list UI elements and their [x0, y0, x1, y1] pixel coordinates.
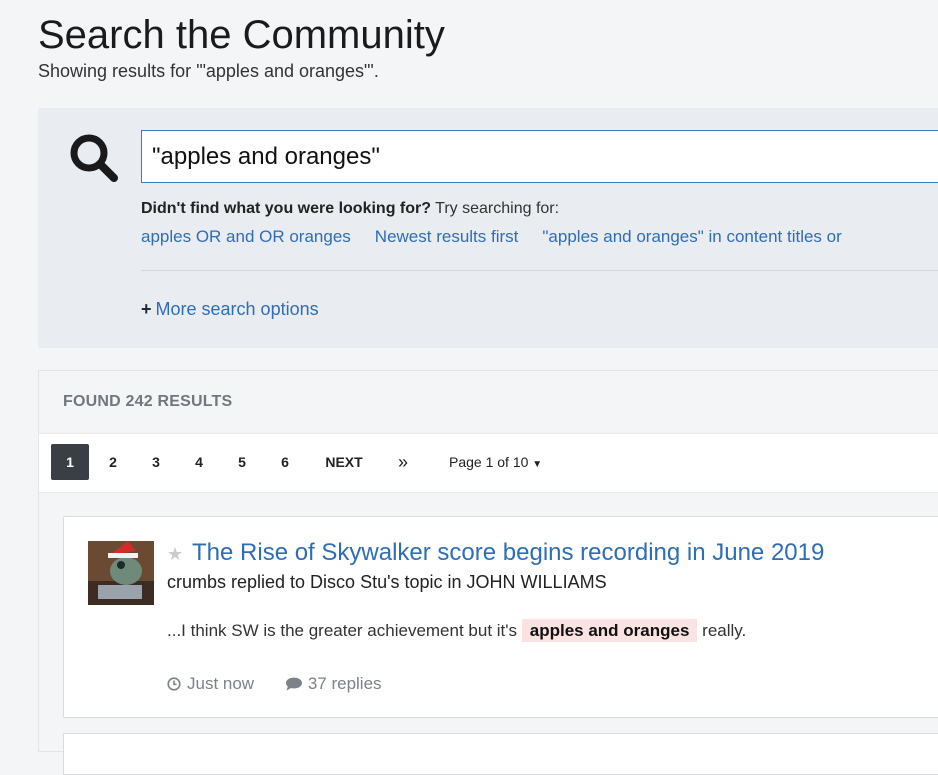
suggestion-link[interactable]: apples OR and OR oranges	[141, 227, 351, 246]
suggestion-links: apples OR and OR oranges Newest results f…	[141, 227, 866, 247]
caret-down-icon: ▼	[532, 459, 543, 470]
last-page-button[interactable]: »	[393, 444, 413, 480]
suggestion-prompt-bold: Didn't find what you were looking for?	[141, 200, 432, 217]
result-stats: Just now 37 replies	[167, 674, 382, 696]
suggestion-prompt-rest: Try searching for:	[431, 200, 560, 217]
star-icon[interactable]: ★	[167, 544, 183, 565]
timestamp: Just now	[167, 674, 254, 694]
comment-icon	[285, 677, 302, 691]
avatar-image	[88, 541, 154, 605]
result-snippet: ...I think SW is the greater achievement…	[167, 619, 747, 642]
plus-icon: +	[141, 299, 152, 319]
page-link-3[interactable]: 3	[148, 444, 164, 480]
divider	[141, 270, 938, 271]
suggestion-link[interactable]: Newest results first	[375, 227, 519, 246]
suggestion-prompt: Didn't find what you were looking for? T…	[141, 200, 559, 218]
results-summary: Showing results for '"apples and oranges…	[38, 61, 379, 81]
page-jump-dropdown[interactable]: Page 1 of 10 ▼	[449, 444, 542, 480]
reply-count-label: 37 replies	[307, 674, 382, 693]
search-icon	[70, 134, 118, 182]
result-item	[63, 733, 938, 775]
avatar[interactable]	[88, 541, 154, 605]
results-panel: FOUND 242 RESULTS 1 2 3 4 5 6 NEXT » Pag…	[38, 370, 938, 775]
search-input[interactable]	[141, 130, 938, 183]
snippet-text: really.	[702, 621, 747, 640]
snippet-highlight: apples and oranges	[521, 619, 698, 642]
result-item: ★ The Rise of Skywalker score begins rec…	[63, 516, 938, 718]
result-title-link[interactable]: The Rise of Skywalker score begins recor…	[192, 539, 824, 567]
results-count: FOUND 242 RESULTS	[63, 393, 233, 410]
next-page-button[interactable]: NEXT	[323, 444, 365, 480]
page-jump-label: Page 1 of 10	[449, 454, 529, 470]
snippet-text: ...I think SW is the greater achievement…	[167, 621, 518, 640]
page-title: Search the Community	[38, 13, 445, 57]
more-search-options-link[interactable]: + More search options	[141, 299, 319, 320]
page-link-5[interactable]: 5	[234, 444, 250, 480]
page-link-2[interactable]: 2	[105, 444, 121, 480]
reply-count: 37 replies	[285, 674, 382, 694]
timestamp-label: Just now	[187, 674, 255, 693]
page-link-1[interactable]: 1	[51, 444, 89, 480]
result-meta: crumbs replied to Disco Stu's topic in J…	[167, 572, 607, 592]
clock-icon	[167, 677, 181, 691]
suggestion-link[interactable]: "apples and oranges" in content titles o…	[542, 227, 841, 246]
more-search-options-label: More search options	[155, 299, 319, 319]
pagination: 1 2 3 4 5 6 NEXT » Page 1 of 10 ▼	[39, 433, 938, 493]
page-link-6[interactable]: 6	[277, 444, 293, 480]
page-link-4[interactable]: 4	[191, 444, 207, 480]
search-panel: Didn't find what you were looking for? T…	[38, 108, 938, 348]
